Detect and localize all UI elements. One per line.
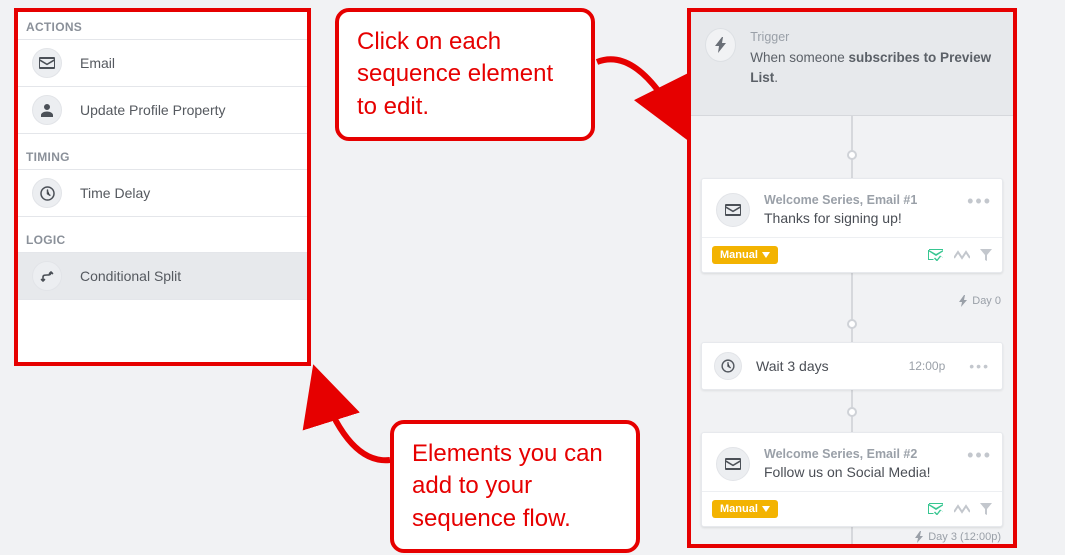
annotation-callout-bottom: Elements you can add to your sequence fl…	[390, 420, 640, 553]
more-icon[interactable]: •••	[969, 358, 990, 374]
flow-step-wait[interactable]: Wait 3 days 12:00p •••	[701, 342, 1003, 390]
filter-icon	[980, 249, 992, 261]
email-step-subject: Follow us on Social Media!	[764, 464, 931, 480]
caret-down-icon	[762, 252, 770, 258]
email-step-title: Welcome Series, Email #2	[764, 447, 931, 461]
filter-icon	[980, 503, 992, 515]
caret-down-icon	[762, 506, 770, 512]
branch-icon	[32, 261, 62, 291]
bolt-icon	[705, 28, 736, 62]
envelope-icon	[32, 48, 62, 78]
status-icons	[928, 503, 992, 515]
manual-badge[interactable]: Manual	[712, 246, 778, 264]
email-step-subject: Thanks for signing up!	[764, 210, 917, 226]
envelope-check-icon	[928, 249, 944, 261]
sidebar-item-update-profile[interactable]: Update Profile Property	[18, 86, 307, 134]
sequence-flow: Trigger When someone subscribes to Previ…	[687, 8, 1017, 548]
clock-icon	[714, 352, 742, 380]
more-icon[interactable]: •••	[967, 191, 992, 212]
sidebar-item-email[interactable]: Email	[18, 39, 307, 87]
envelope-icon	[716, 193, 750, 227]
trigger-text: Trigger When someone subscribes to Previ…	[750, 28, 999, 87]
sidebar-item-conditional-split[interactable]: Conditional Split	[18, 252, 307, 300]
annotation-callout-top: Click on each sequence element to edit.	[335, 8, 595, 141]
wait-text: Wait 3 days	[756, 358, 829, 374]
section-header-timing: TIMING	[18, 142, 307, 170]
sidebar-item-label: Conditional Split	[80, 268, 181, 284]
sidebar-item-time-delay[interactable]: Time Delay	[18, 169, 307, 217]
flow-node-dot	[847, 150, 857, 160]
day-label: Day 0	[959, 295, 1001, 307]
sidebar-item-label: Time Delay	[80, 185, 150, 201]
status-icons	[928, 249, 992, 261]
wait-time: 12:00p	[909, 359, 946, 373]
more-icon[interactable]: •••	[967, 445, 992, 466]
manual-badge[interactable]: Manual	[712, 500, 778, 518]
email-step-title: Welcome Series, Email #1	[764, 193, 917, 207]
flow-step-email-1[interactable]: ••• Welcome Series, Email #1 Thanks for …	[701, 178, 1003, 273]
trigger-block[interactable]: Trigger When someone subscribes to Previ…	[691, 12, 1013, 116]
split-icon	[954, 504, 970, 514]
envelope-check-icon	[928, 503, 944, 515]
split-icon	[954, 250, 970, 260]
day-label: Day 3 (12:00p)	[915, 531, 1001, 543]
user-icon	[32, 95, 62, 125]
flow-step-email-2[interactable]: ••• Welcome Series, Email #2 Follow us o…	[701, 432, 1003, 527]
sidebar: ACTIONS Email Update Profile Property TI…	[14, 8, 311, 366]
sidebar-item-label: Email	[80, 55, 115, 71]
flow-node-dot	[847, 407, 857, 417]
envelope-icon	[716, 447, 750, 481]
clock-icon	[32, 178, 62, 208]
sidebar-item-label: Update Profile Property	[80, 102, 226, 118]
section-header-actions: ACTIONS	[18, 12, 307, 40]
bolt-icon	[915, 531, 924, 543]
bolt-icon	[959, 295, 968, 307]
flow-node-dot	[847, 319, 857, 329]
section-header-logic: LOGIC	[18, 225, 307, 253]
